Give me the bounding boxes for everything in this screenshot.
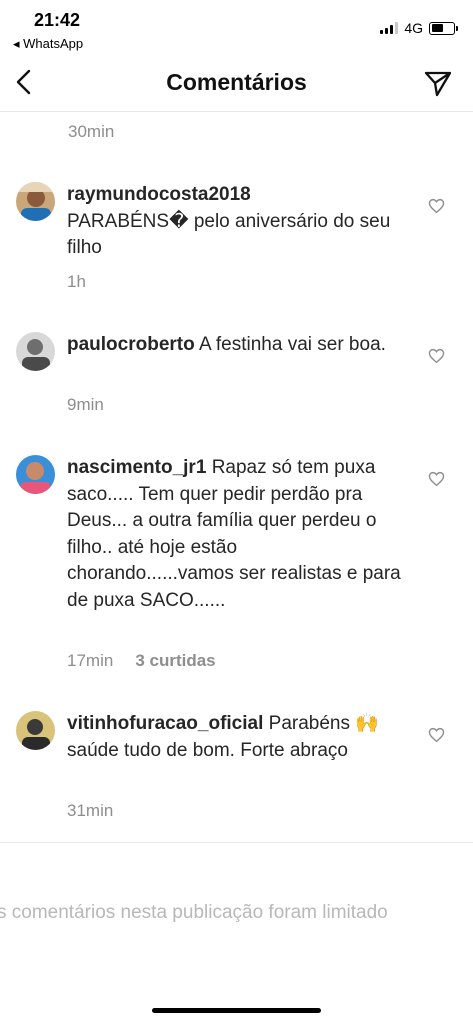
- status-bar: 21:42 ◂ WhatsApp 4G: [0, 0, 473, 58]
- comment-likes-link[interactable]: 3 curtidas: [135, 651, 215, 671]
- heart-icon[interactable]: [428, 727, 445, 743]
- avatar[interactable]: [16, 455, 55, 494]
- comment-content: A festinha vai ser boa.: [198, 334, 386, 355]
- comment-username[interactable]: nascimento_jr1: [67, 457, 206, 478]
- comment-meta: 9min: [67, 395, 104, 415]
- comment-meta: 31min: [67, 801, 113, 821]
- status-indicators: 4G: [380, 20, 458, 36]
- comment-meta: 17min 3 curtidas: [67, 651, 216, 671]
- comment-text: raymundocosta2018 PARABÉNS� pelo anivers…: [67, 182, 407, 262]
- heart-icon[interactable]: [428, 471, 445, 487]
- comment-text: nascimento_jr1 Rapaz só tem puxa saco...…: [67, 455, 407, 614]
- comment-username[interactable]: raymundocosta2018: [67, 184, 251, 205]
- heart-icon[interactable]: [428, 348, 445, 364]
- avatar[interactable]: [16, 182, 55, 221]
- comment-meta: 1h: [67, 272, 86, 292]
- home-indicator[interactable]: [152, 1008, 321, 1013]
- status-time: 21:42: [34, 10, 81, 30]
- comment-content: PARABÉNS� pelo aniversário do seu filho: [67, 210, 391, 259]
- network-label: 4G: [404, 20, 423, 36]
- nav-header: Comentários: [0, 58, 473, 112]
- signal-icon: [380, 22, 399, 34]
- comment-username[interactable]: paulocroberto: [67, 334, 195, 355]
- back-to-app-link[interactable]: ◂ WhatsApp: [13, 36, 83, 52]
- divider: [0, 842, 473, 843]
- comment-time: 31min: [67, 801, 114, 820]
- page-title: Comentários: [166, 69, 307, 95]
- battery-icon: [429, 21, 458, 35]
- comment-time: 17min: [67, 651, 114, 670]
- heart-icon[interactable]: [428, 198, 445, 214]
- comment-username[interactable]: vitinhofuracao_oficial: [67, 713, 263, 734]
- send-icon[interactable]: [423, 70, 453, 98]
- avatar[interactable]: [16, 711, 55, 750]
- comment-time: 1h: [67, 272, 86, 291]
- comment-content: Rapaz só tem puxa saco..... Tem quer ped…: [67, 457, 401, 611]
- comments-limited-notice: s comentários nesta publicação foram lim…: [0, 902, 388, 923]
- comment-time: 9min: [67, 395, 104, 414]
- comment-text: vitinhofuracao_oficial Parabéns 🙌 saúde …: [67, 711, 407, 764]
- comment-text: paulocroberto A festinha vai ser boa.: [67, 332, 407, 359]
- comment-time: 30min: [68, 122, 115, 141]
- avatar[interactable]: [16, 332, 55, 371]
